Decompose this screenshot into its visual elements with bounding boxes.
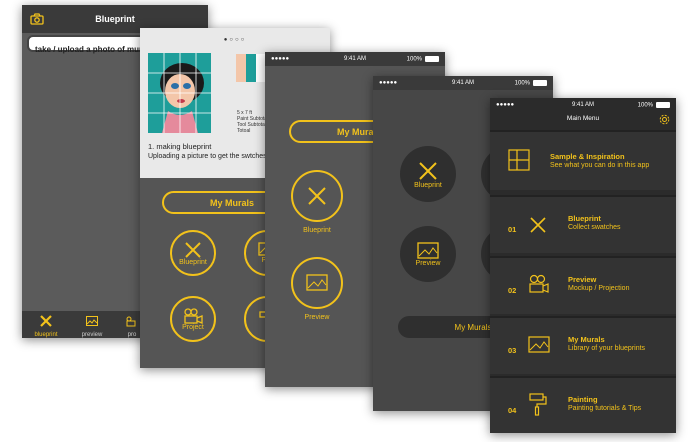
menu-item-preview[interactable]: 02 Preview Mockup / Projection [490,256,676,314]
status-bar: ●●●●● 9:41 AM 100% [490,98,676,112]
circle-label: Blueprint [179,258,207,266]
status-time: 9:41 AM [451,80,474,86]
projector-icon [529,274,549,293]
circle-button-preview[interactable]: Preview [400,226,456,282]
circle-button-preview[interactable] [291,257,343,309]
status-time: 9:41 AM [571,102,594,108]
picture-icon [417,241,439,259]
pager-dots: ●○○○ [140,37,330,43]
page-title: Blueprint [95,14,135,24]
circle-button-blueprint[interactable]: Blueprint [170,230,216,276]
status-time: 9:41 AM [343,56,366,62]
circle-button-project[interactable]: Project [170,296,216,342]
menu-item-subtitle: See what you can do in this app [550,162,650,169]
screen-main-menu: ●●●●● 9:41 AM 100% Main Menu Sample & In… [490,98,676,433]
projector-icon [126,316,136,327]
picture-icon [86,316,98,326]
menu-item-subtitle: Collect swatches [568,224,621,231]
tab-blueprint[interactable]: blueprint [28,314,64,338]
menu-item-sample-inspiration[interactable]: Sample & Inspiration See what you can do… [490,130,676,190]
menu-item-blueprint[interactable]: 01 Blueprint Collect swatches [490,195,676,253]
circle-button-blueprint[interactable]: Blueprint [400,146,456,202]
status-bar: ●●●●● 9:41 AM 100% [373,76,553,90]
gear-icon[interactable] [659,112,670,130]
menu-item-painting[interactable]: 04 Painting Painting tutorials & Tips [490,376,676,433]
status-bar: ●●●●● 9:41 AM 100% [265,52,445,66]
menu-item-subtitle: Painting tutorials & Tips [568,405,642,412]
circle-label: Preview [415,259,441,267]
picture-icon [306,274,328,291]
paint-roller-icon [529,393,547,416]
pencil-cross-icon [419,161,437,180]
projector-icon [184,307,203,324]
circle-label: Blueprint [414,181,442,189]
pager-dot[interactable]: ○ [241,37,247,43]
pencil-cross-icon [308,187,326,205]
pencil-cross-icon [530,217,546,233]
menu-item-number: 03 [508,346,517,355]
tab-preview[interactable]: preview [74,314,110,338]
menu-item-subtitle: Mockup / Projection [568,285,630,292]
menu-item-number: 02 [508,286,517,295]
photo-prompt-text: take / upload a photo of mural [35,45,149,54]
grid-icon [508,149,530,171]
menu-item-title: Blueprint [568,214,601,223]
step-title: 1. making blueprint [148,142,212,151]
menu-item-title: Preview [568,275,597,284]
estimate-details: 5 x 7 ft Paint Subtotal Tool Subtotal To… [237,110,269,134]
menu-item-title: Sample & Inspiration [550,152,625,161]
circle-label: Preview [304,314,330,321]
tab-label: blueprint [34,332,58,338]
menu-item-my-murals[interactable]: 03 My Murals Library of your blueprints [490,316,676,374]
nav-title: Main Menu [566,115,600,122]
circle-button-blueprint[interactable] [291,170,343,222]
pencil-cross-icon [185,241,201,258]
menu-item-title: My Murals [568,335,605,344]
menu-item-subtitle: Library of your blueprints [568,345,646,352]
picture-icon [528,336,550,353]
circle-label: Blueprint [303,227,331,234]
tab-label: preview [81,332,103,338]
menu-item-number: 01 [508,225,517,234]
mural-artwork [148,53,211,133]
menu-item-number: 04 [508,406,517,415]
circle-label: Project [182,323,204,331]
pencil-cross-icon [40,315,52,327]
menu-item-title: Painting [568,395,598,404]
